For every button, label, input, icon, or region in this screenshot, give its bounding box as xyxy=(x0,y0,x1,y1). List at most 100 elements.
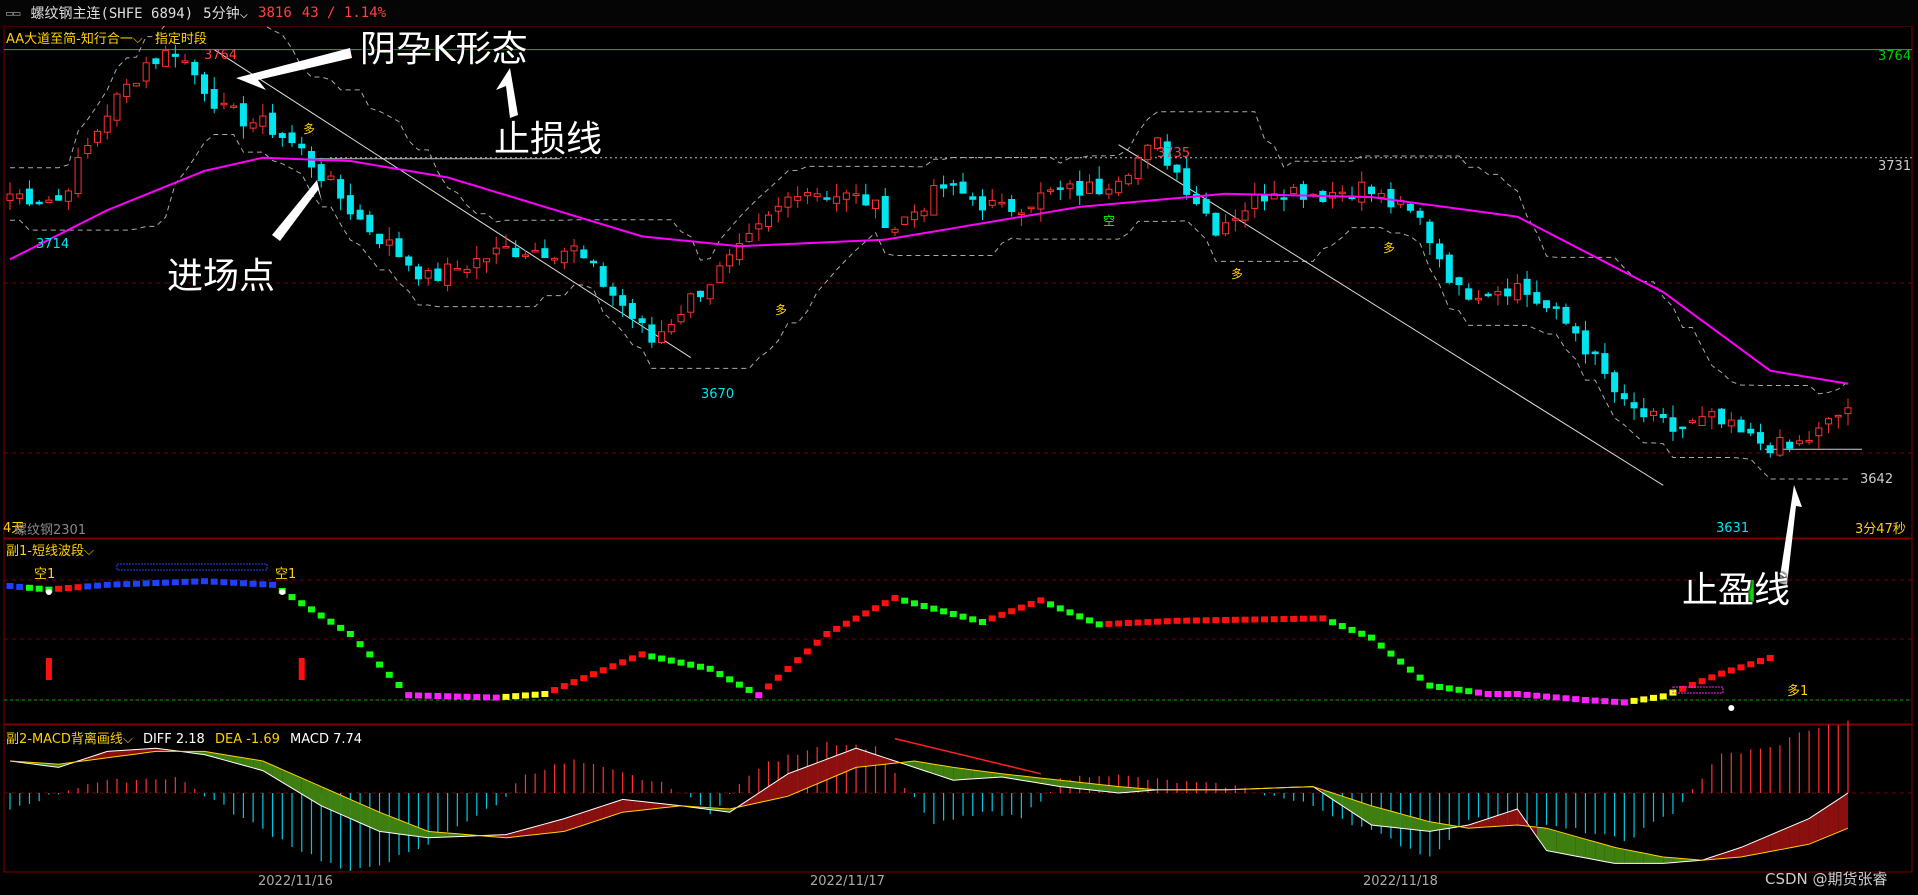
main-indicator-label: AA大道至简-知行合一 xyxy=(6,32,133,47)
wave-block xyxy=(969,616,977,623)
wave-block xyxy=(716,671,724,678)
sub2-indicator-selector[interactable]: 副2-MACD背离画线⌵ DIFF 2.18 DEA -1.69 MACD 7.… xyxy=(6,728,362,747)
wave-block xyxy=(210,578,218,585)
wave-block xyxy=(1076,613,1084,620)
wave-block xyxy=(327,618,335,625)
wave-block xyxy=(74,584,82,591)
candle xyxy=(1358,181,1366,203)
wave-block xyxy=(1338,623,1346,630)
candle xyxy=(444,263,452,286)
candle xyxy=(1649,410,1658,417)
candle xyxy=(658,331,666,344)
candle xyxy=(220,102,228,106)
candle xyxy=(580,249,588,259)
signal-dot xyxy=(1728,705,1735,711)
short-signal-label: 空1 xyxy=(275,567,297,582)
candle xyxy=(765,214,773,228)
wave-block xyxy=(1066,609,1074,616)
candle xyxy=(1037,192,1045,210)
macd-value: MACD 7.74 xyxy=(290,732,363,747)
signal-mark: 多 xyxy=(775,303,788,317)
candle xyxy=(1513,283,1521,301)
candle xyxy=(589,260,598,264)
wave-block xyxy=(930,605,938,612)
wave-block xyxy=(94,582,102,589)
candle xyxy=(1105,188,1113,195)
wave-block xyxy=(1280,616,1288,623)
candle xyxy=(988,200,996,206)
candle xyxy=(74,157,82,195)
wave-block xyxy=(132,580,140,587)
candle xyxy=(200,74,209,94)
candle xyxy=(1085,181,1093,194)
period-selector[interactable]: 5分钟⌵ xyxy=(203,3,248,23)
candle xyxy=(823,197,831,200)
candle xyxy=(1562,306,1570,324)
window-icon[interactable]: ▭▭ xyxy=(6,6,20,20)
candle xyxy=(1465,288,1473,300)
wave-block xyxy=(1611,698,1619,705)
wave-block xyxy=(677,659,685,666)
candle xyxy=(1251,194,1259,209)
wave-block xyxy=(35,585,43,592)
candle xyxy=(356,209,364,220)
candle xyxy=(385,239,393,246)
wave-block xyxy=(1484,691,1492,697)
candle xyxy=(45,199,53,203)
wave-block xyxy=(346,631,354,637)
macd-fill xyxy=(622,799,633,813)
period-label: 5分钟 xyxy=(203,6,240,22)
candle xyxy=(1484,293,1492,297)
candle xyxy=(55,195,63,201)
wave-block xyxy=(531,691,539,698)
diff-value: DIFF 2.18 xyxy=(142,732,205,747)
wave-block xyxy=(745,686,753,693)
indicator-option[interactable]: 指定时段 xyxy=(155,32,207,47)
wave-block xyxy=(463,693,471,700)
wave-block xyxy=(230,579,238,586)
candle xyxy=(1834,414,1842,418)
candle xyxy=(1445,254,1453,283)
title-bar: ▭▭ 螺纹钢主连(SHFE 6894) 5分钟⌵ 3816 43 / 1.14% xyxy=(0,0,1918,26)
candle xyxy=(1727,419,1735,427)
sub1-indicator-selector[interactable]: 副1-短线波段⌵ xyxy=(6,540,94,559)
countdown-label: 3分47秒 xyxy=(1855,522,1906,537)
candle xyxy=(1056,187,1064,190)
wave-block xyxy=(1124,620,1132,627)
date-label: 2022/11/16 xyxy=(258,874,333,889)
wave-block xyxy=(1747,661,1755,668)
candle xyxy=(609,286,617,296)
wave-block xyxy=(1251,616,1259,623)
wave-block xyxy=(1718,670,1726,677)
wave-block xyxy=(570,679,578,686)
wave-block xyxy=(1650,694,1658,701)
wave-block xyxy=(580,675,588,682)
symbol-name[interactable]: 螺纹钢主连(SHFE 6894) xyxy=(30,3,193,23)
wave-block xyxy=(726,676,734,683)
wave-block xyxy=(1523,691,1531,698)
wave-block xyxy=(502,693,510,700)
wave-block xyxy=(784,665,792,672)
wave-block xyxy=(910,600,918,607)
wave-block xyxy=(1397,658,1405,665)
candle xyxy=(998,201,1006,205)
candle xyxy=(745,232,753,243)
candle xyxy=(1776,437,1784,456)
extreme-label: 3764 xyxy=(204,48,238,63)
candle xyxy=(862,194,870,206)
wave-block xyxy=(872,605,880,612)
main-indicator-selector[interactable]: AA大道至简-知行合一⌵ 指定时段 xyxy=(6,28,207,47)
wave-block xyxy=(424,692,432,699)
wave-block xyxy=(774,674,782,681)
candle xyxy=(531,249,539,253)
stop-loss-level-label: 3764 xyxy=(1878,49,1912,64)
candle xyxy=(842,192,850,200)
wave-block xyxy=(113,581,121,588)
wave-block xyxy=(1348,626,1356,633)
signal-bar xyxy=(45,658,52,680)
candle xyxy=(502,245,510,249)
candle xyxy=(901,216,909,225)
candle xyxy=(1426,221,1434,244)
wave-block xyxy=(298,600,306,607)
chevron-down-icon: ⌵ xyxy=(83,544,94,559)
